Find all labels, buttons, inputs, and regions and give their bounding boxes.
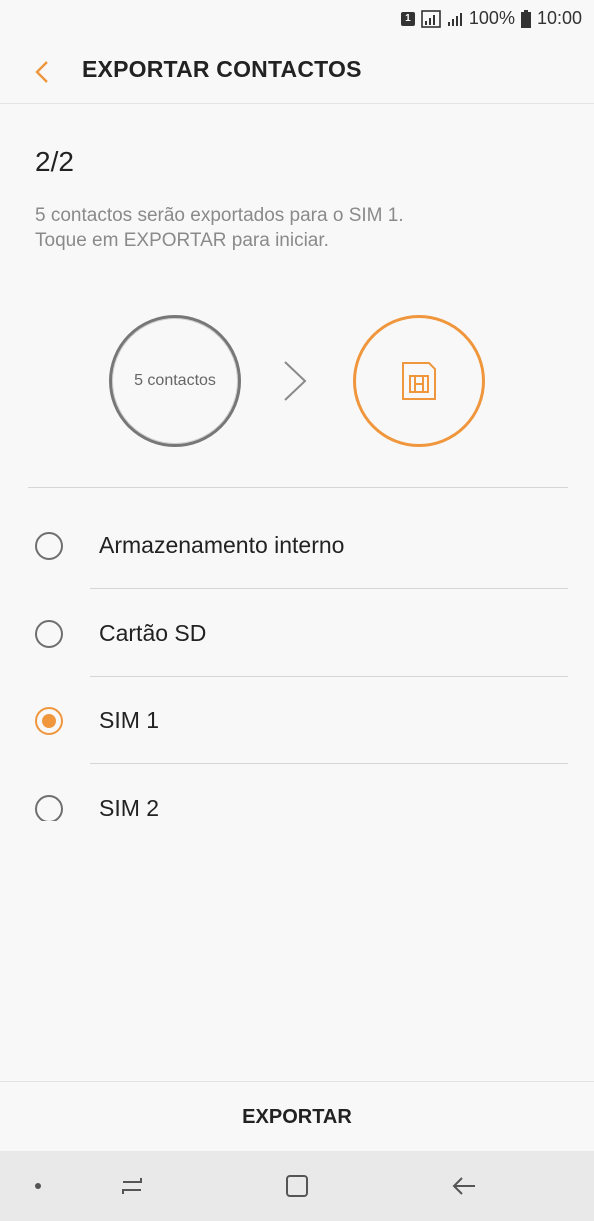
recent-apps-icon[interactable] xyxy=(112,1171,152,1201)
battery-percent: 100% xyxy=(468,8,515,28)
home-icon[interactable] xyxy=(277,1171,317,1201)
section-divider xyxy=(28,487,568,488)
export-button[interactable]: EXPORTAR xyxy=(0,1084,594,1150)
back-button[interactable] xyxy=(22,52,62,92)
option-sim-1[interactable]: SIM 1 xyxy=(0,707,594,794)
source-label: 5 contactos xyxy=(134,372,216,389)
option-label: SIM 2 xyxy=(99,795,160,821)
radio-internal-storage[interactable] xyxy=(35,532,63,560)
option-divider xyxy=(90,588,568,589)
option-sim-2[interactable]: SIM 2 xyxy=(0,795,594,821)
sim-slot-icon: 1 xyxy=(400,11,415,26)
signal-icon xyxy=(421,9,441,28)
description-line-1: 5 contactos serão exportados para o SIM … xyxy=(35,205,404,226)
option-divider xyxy=(90,676,568,677)
description: 5 contactos serão exportados para o SIM … xyxy=(35,203,555,253)
step-indicator: 2/2 xyxy=(35,146,74,177)
footer-divider xyxy=(0,1081,594,1082)
radio-sim-2[interactable] xyxy=(35,795,63,821)
radio-sd-card[interactable] xyxy=(35,620,63,648)
page-title: EXPORTAR CONTACTOS xyxy=(82,56,362,82)
source-circle: 5 contactos xyxy=(109,315,241,447)
option-label: Armazenamento interno xyxy=(99,532,345,558)
status-icons: 1 100% 10:00 xyxy=(400,8,582,29)
chevron-right-icon xyxy=(284,361,307,401)
target-circle xyxy=(353,315,485,447)
app-bar: EXPORTAR CONTACTOS xyxy=(0,36,594,104)
description-line-2: Toque em EXPORTAR para iniciar. xyxy=(35,230,329,251)
back-arrow-icon[interactable] xyxy=(444,1171,484,1201)
nav-dot-icon[interactable] xyxy=(28,1171,48,1201)
signal-bars-icon xyxy=(447,12,462,26)
sim-card-icon xyxy=(402,362,436,400)
radio-sim-1[interactable] xyxy=(35,707,63,735)
chevron-left-icon xyxy=(35,61,48,83)
option-sd-card[interactable]: Cartão SD xyxy=(0,620,594,707)
battery-icon xyxy=(520,9,531,28)
option-label: Cartão SD xyxy=(99,620,207,646)
option-internal-storage[interactable]: Armazenamento interno xyxy=(0,532,594,619)
option-label: SIM 1 xyxy=(99,707,160,733)
option-divider xyxy=(90,763,568,764)
status-bar: 1 100% 10:00 xyxy=(0,0,594,36)
navigation-bar xyxy=(0,1151,594,1221)
clock: 10:00 xyxy=(536,8,582,28)
